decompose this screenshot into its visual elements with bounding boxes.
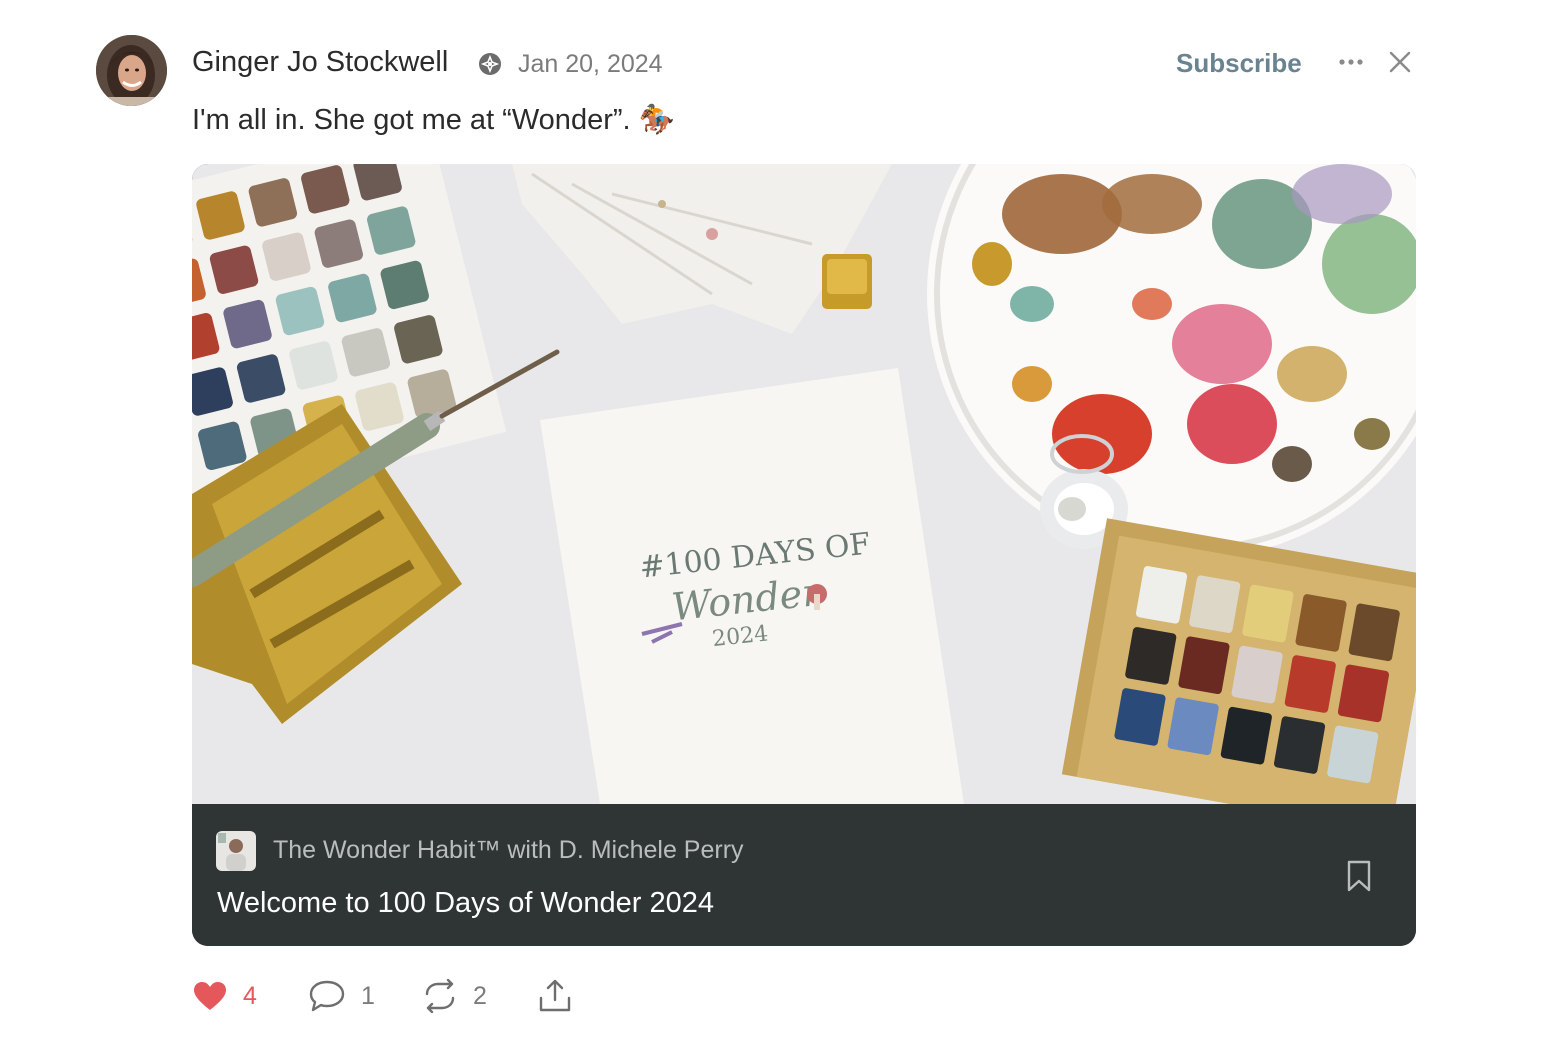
bookmark-icon[interactable] <box>1344 859 1374 893</box>
author-name[interactable]: Ginger Jo Stockwell <box>192 44 448 80</box>
comment-button[interactable]: 1 <box>308 974 375 1018</box>
embedded-post-card[interactable]: #100 DAYS OF Wonder 2024 The Wonder Habi… <box>192 164 1416 946</box>
restack-button[interactable]: 2 <box>422 974 487 1018</box>
embedded-post-title[interactable]: Welcome to 100 Days of Wonder 2024 <box>217 884 714 922</box>
subscribe-button[interactable]: Subscribe <box>1176 46 1302 80</box>
like-count: 4 <box>243 981 257 1010</box>
restack-icon <box>425 979 455 1013</box>
post-cover-image: #100 DAYS OF Wonder 2024 <box>192 164 1416 804</box>
close-icon[interactable] <box>1388 50 1412 74</box>
more-icon[interactable] <box>1337 52 1367 72</box>
comment-count: 1 <box>361 981 375 1010</box>
publication-logo <box>216 831 256 871</box>
share-icon <box>539 979 571 1012</box>
share-button[interactable] <box>537 974 573 1018</box>
heart-icon <box>194 982 226 1010</box>
post-body-text: I'm all in. She got me at “Wonder”. 🏇 <box>192 104 675 136</box>
comment-icon <box>309 980 345 1012</box>
post-date[interactable]: Jan 20, 2024 <box>518 48 663 80</box>
publication-name[interactable]: The Wonder Habit™ with D. Michele Perry <box>273 834 744 866</box>
like-button[interactable]: 4 <box>192 974 257 1018</box>
author-avatar[interactable] <box>96 35 167 106</box>
verified-badge-icon <box>478 52 502 76</box>
card-footer: The Wonder Habit™ with D. Michele Perry … <box>192 804 1416 946</box>
restack-count: 2 <box>473 981 487 1010</box>
